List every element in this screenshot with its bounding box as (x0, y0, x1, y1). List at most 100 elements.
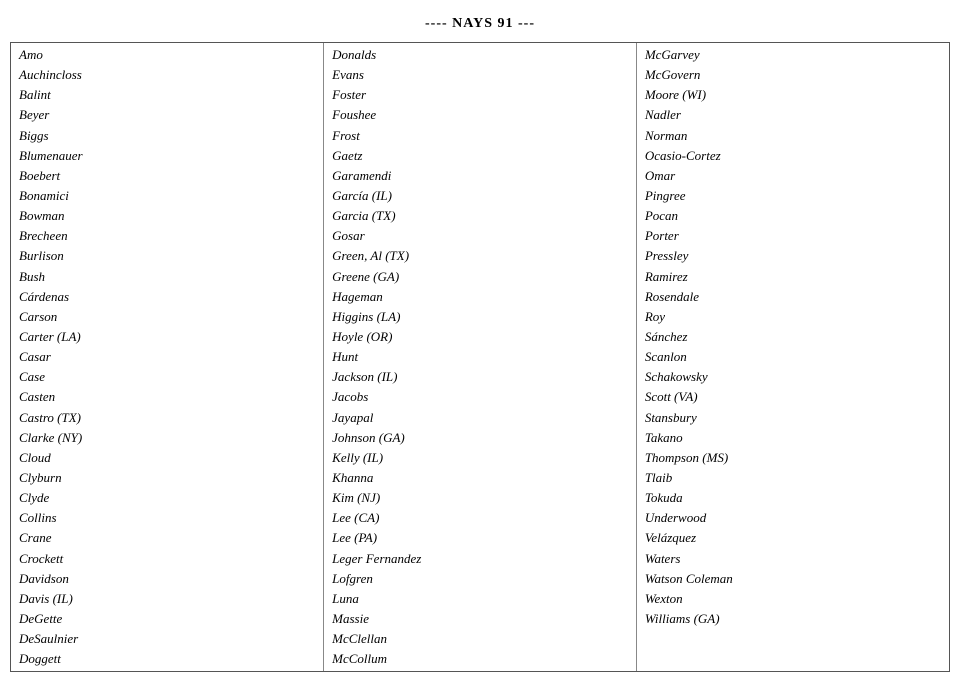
list-item: Wexton (645, 589, 941, 609)
list-item: Jayapal (332, 408, 628, 428)
list-item: Garamendi (332, 166, 628, 186)
list-item: Clyburn (19, 468, 315, 488)
col1-names: AmoAuchinclossBalintBeyerBiggsBlumenauer… (19, 45, 315, 669)
col3-names: McGarveyMcGovernMoore (WI)NadlerNormanOc… (645, 45, 941, 629)
list-item: Kelly (IL) (332, 448, 628, 468)
list-item: Scanlon (645, 347, 941, 367)
list-item: Jackson (IL) (332, 367, 628, 387)
list-item: Lofgren (332, 569, 628, 589)
list-item: McCollum (332, 649, 628, 669)
col2-names: DonaldsEvansFosterFousheeFrostGaetzGaram… (332, 45, 628, 669)
list-item: Tokuda (645, 488, 941, 508)
nays-header: ---- NAYS 91 --- (425, 16, 535, 32)
list-item: Collins (19, 508, 315, 528)
list-item: Underwood (645, 508, 941, 528)
list-item: Carter (LA) (19, 327, 315, 347)
list-item: Sánchez (645, 327, 941, 347)
list-item: Waters (645, 549, 941, 569)
list-item: Stansbury (645, 408, 941, 428)
list-item: Jacobs (332, 387, 628, 407)
list-item: Higgins (LA) (332, 307, 628, 327)
list-item: Crockett (19, 549, 315, 569)
list-item: Greene (GA) (332, 267, 628, 287)
list-item: Pocan (645, 206, 941, 226)
list-item: Balint (19, 85, 315, 105)
column-3: McGarveyMcGovernMoore (WI)NadlerNormanOc… (636, 43, 949, 671)
list-item: McClellan (332, 629, 628, 649)
list-item: Gaetz (332, 146, 628, 166)
column-2: DonaldsEvansFosterFousheeFrostGaetzGaram… (324, 43, 637, 671)
list-item: Carson (19, 307, 315, 327)
list-item: McGovern (645, 65, 941, 85)
list-item: Tlaib (645, 468, 941, 488)
list-item: Omar (645, 166, 941, 186)
list-item: Roy (645, 307, 941, 327)
nays-table: AmoAuchinclossBalintBeyerBiggsBlumenauer… (11, 43, 949, 671)
list-item: García (IL) (332, 186, 628, 206)
list-item: Pingree (645, 186, 941, 206)
list-item: Cárdenas (19, 287, 315, 307)
list-item: Clarke (NY) (19, 428, 315, 448)
list-item: Leger Fernandez (332, 549, 628, 569)
list-item: Thompson (MS) (645, 448, 941, 468)
list-item: Doggett (19, 649, 315, 669)
list-item: Hageman (332, 287, 628, 307)
list-item: Velázquez (645, 528, 941, 548)
list-item: Case (19, 367, 315, 387)
list-item: Bush (19, 267, 315, 287)
list-item: Hunt (332, 347, 628, 367)
list-item: Biggs (19, 126, 315, 146)
list-item: Clyde (19, 488, 315, 508)
list-item: Porter (645, 226, 941, 246)
list-item: Amo (19, 45, 315, 65)
list-item: Auchincloss (19, 65, 315, 85)
list-item: Foster (332, 85, 628, 105)
list-item: Burlison (19, 246, 315, 266)
list-item: Scott (VA) (645, 387, 941, 407)
list-item: Evans (332, 65, 628, 85)
list-item: Foushee (332, 105, 628, 125)
list-item: Rosendale (645, 287, 941, 307)
list-item: Green, Al (TX) (332, 246, 628, 266)
list-item: Pressley (645, 246, 941, 266)
list-item: Casar (19, 347, 315, 367)
list-item: Kim (NJ) (332, 488, 628, 508)
list-item: Brecheen (19, 226, 315, 246)
list-item: Davidson (19, 569, 315, 589)
list-item: Ramirez (645, 267, 941, 287)
list-item: DeSaulnier (19, 629, 315, 649)
list-item: Boebert (19, 166, 315, 186)
list-item: Castro (TX) (19, 408, 315, 428)
list-item: Watson Coleman (645, 569, 941, 589)
list-item: Hoyle (OR) (332, 327, 628, 347)
list-item: Gosar (332, 226, 628, 246)
list-item: Donalds (332, 45, 628, 65)
list-item: Bowman (19, 206, 315, 226)
list-item: Norman (645, 126, 941, 146)
list-item: Khanna (332, 468, 628, 488)
list-item: Luna (332, 589, 628, 609)
list-item: Garcia (TX) (332, 206, 628, 226)
list-item: Nadler (645, 105, 941, 125)
list-item: Lee (CA) (332, 508, 628, 528)
nays-table-container: AmoAuchinclossBalintBeyerBiggsBlumenauer… (10, 42, 950, 672)
list-item: DeGette (19, 609, 315, 629)
list-item: Lee (PA) (332, 528, 628, 548)
list-item: Blumenauer (19, 146, 315, 166)
list-item: Ocasio-Cortez (645, 146, 941, 166)
list-item: Williams (GA) (645, 609, 941, 629)
column-1: AmoAuchinclossBalintBeyerBiggsBlumenauer… (11, 43, 324, 671)
list-item: Takano (645, 428, 941, 448)
list-item: Johnson (GA) (332, 428, 628, 448)
list-item: Crane (19, 528, 315, 548)
list-item: McGarvey (645, 45, 941, 65)
list-item: Cloud (19, 448, 315, 468)
list-item: Schakowsky (645, 367, 941, 387)
list-item: Beyer (19, 105, 315, 125)
list-item: Casten (19, 387, 315, 407)
list-item: Bonamici (19, 186, 315, 206)
list-item: Frost (332, 126, 628, 146)
table-row: AmoAuchinclossBalintBeyerBiggsBlumenauer… (11, 43, 949, 671)
list-item: Moore (WI) (645, 85, 941, 105)
list-item: Massie (332, 609, 628, 629)
